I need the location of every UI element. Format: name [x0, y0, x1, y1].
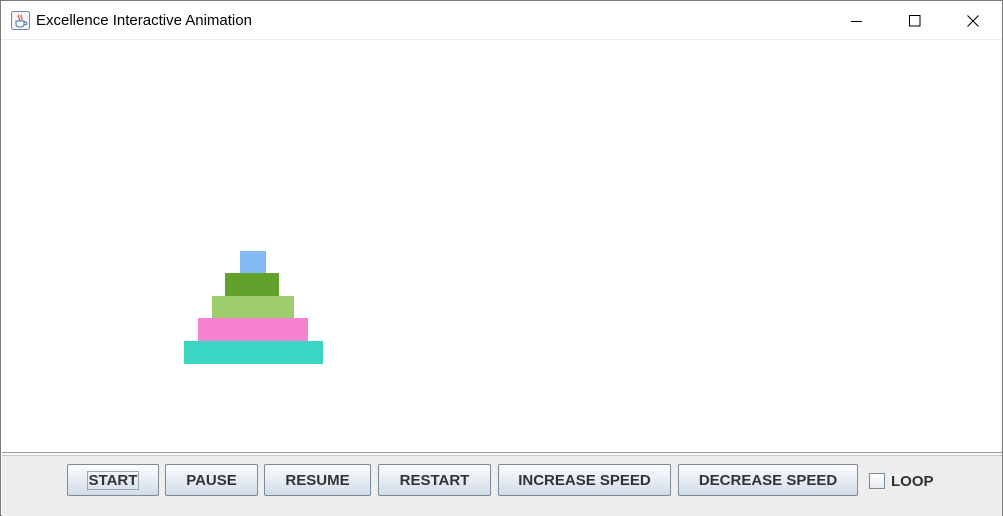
resume-button[interactable]: RESUME [264, 464, 371, 496]
disk-1 [240, 251, 266, 273]
start-button[interactable]: START [67, 464, 159, 496]
disk-5 [184, 341, 323, 364]
loop-label: LOOP [891, 472, 934, 490]
minimize-icon [851, 15, 863, 27]
restart-button[interactable]: RESTART [378, 464, 491, 496]
maximize-button[interactable] [886, 1, 944, 40]
pause-button[interactable]: PAUSE [165, 464, 258, 496]
close-icon [967, 14, 979, 27]
animation-canvas [2, 41, 1002, 453]
decrease-speed-button-label: DECREASE SPEED [698, 471, 838, 489]
java-coffee-icon[interactable] [11, 11, 30, 30]
resume-button-label: RESUME [285, 471, 350, 489]
start-button-label: START [86, 470, 140, 490]
close-button[interactable] [944, 1, 1002, 40]
disk-4 [198, 318, 308, 341]
pause-button-label: PAUSE [186, 471, 237, 489]
title-bar[interactable]: Excellence Interactive Animation [1, 1, 1002, 40]
minimize-button[interactable] [828, 1, 886, 40]
loop-toggle[interactable]: LOOP [869, 472, 934, 490]
decrease-speed-button[interactable]: DECREASE SPEED [678, 464, 858, 496]
disk-2 [225, 273, 279, 296]
loop-checkbox[interactable] [869, 473, 885, 489]
maximize-icon [909, 14, 921, 27]
increase-speed-button-label: INCREASE SPEED [518, 471, 651, 489]
app-window: Excellence Interactive Animation START P… [0, 0, 1003, 516]
increase-speed-button[interactable]: INCREASE SPEED [498, 464, 671, 496]
control-panel: START PAUSE RESUME RESTART INCREASE SPEE… [2, 455, 1002, 516]
window-title: Excellence Interactive Animation [36, 12, 252, 29]
restart-button-label: RESTART [399, 471, 470, 489]
disk-3 [212, 296, 294, 318]
